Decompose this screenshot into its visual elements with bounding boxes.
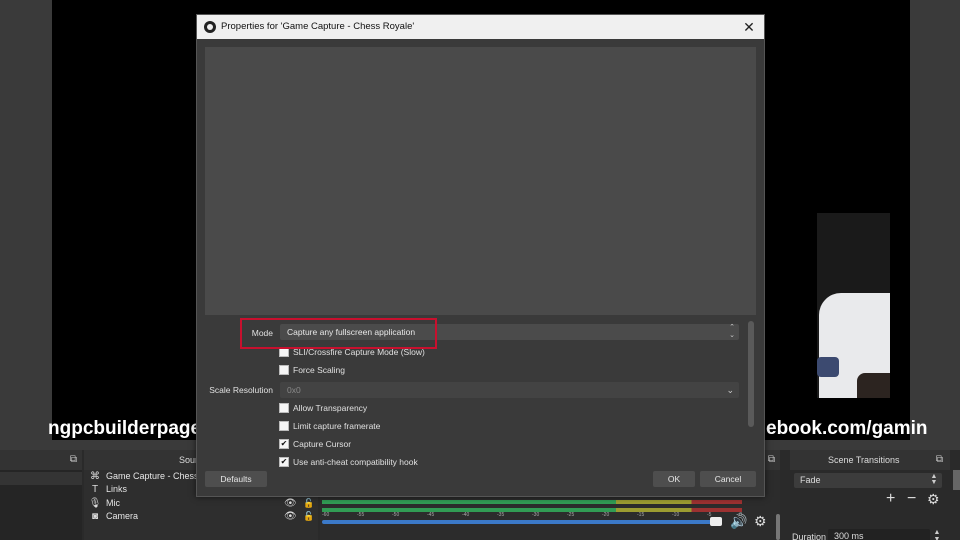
lock-icon[interactable]: 🔓: [303, 510, 314, 523]
force-scaling-label: Force Scaling: [293, 365, 345, 375]
allow-transparency-label: Allow Transparency: [293, 403, 368, 413]
close-button[interactable]: ✕: [740, 17, 758, 37]
anticheat-hook-label: Use anti-cheat compatibility hook: [293, 457, 418, 467]
spinner-arrows-icon: ▲ ▼: [930, 473, 938, 486]
camera-icon: ◙: [91, 511, 99, 522]
force-scaling-checkbox[interactable]: [279, 365, 289, 375]
scene-row[interactable]: [0, 472, 82, 485]
transitions-dock-title: Scene Transitions: [828, 455, 900, 465]
spinner-arrows-icon: ⌃ ⌄: [729, 324, 735, 339]
source-label: Links: [106, 484, 128, 494]
volume-slider-track[interactable]: [322, 520, 717, 524]
properties-scrollbar[interactable]: [748, 321, 754, 427]
microphone-icon: 🎙: [88, 498, 102, 509]
webcam-feed: [817, 213, 890, 398]
add-icon[interactable]: +: [886, 490, 895, 508]
defaults-button[interactable]: Defaults: [205, 471, 267, 487]
meter-tick-label: -35: [497, 512, 505, 518]
float-dock-icon[interactable]: ⧉: [934, 454, 945, 465]
meter-tick-label: -25: [567, 512, 575, 518]
meter-tick-label: -45: [427, 512, 435, 518]
limit-framerate-label: Limit capture framerate: [293, 421, 381, 431]
source-label: Camera: [106, 511, 139, 521]
float-dock-icon[interactable]: ⧉: [766, 454, 777, 465]
scale-resolution-select[interactable]: 0x0 ⌄: [280, 382, 739, 398]
duration-input[interactable]: 300 ms: [828, 529, 930, 540]
visibility-eye-icon[interactable]: 👁: [284, 510, 297, 523]
gear-icon[interactable]: ⚙: [754, 513, 767, 530]
limit-framerate-checkbox[interactable]: [279, 421, 289, 431]
banner-text-left: ngpcbuilderpage -: [48, 418, 213, 439]
mixer-scrollbar[interactable]: [776, 514, 780, 540]
transition-select[interactable]: Fade ▲ ▼: [794, 473, 942, 488]
meter-tick-label: -60: [322, 512, 330, 518]
banner-text-right: ebook.com/gamin: [766, 418, 928, 439]
visibility-eye-icon[interactable]: 👁: [284, 497, 297, 510]
duration-label: Duration: [792, 532, 827, 540]
source-preview: [205, 47, 756, 315]
transitions-dock-header: Scene Transitions ⧉: [790, 450, 950, 470]
source-label: Mic: [106, 498, 120, 508]
duration-spinner-icon[interactable]: ▲ ▼: [931, 529, 943, 540]
source-row-camera[interactable]: ◙ Camera 👁 🔓: [84, 510, 318, 523]
scale-resolution-label: Scale Resolution: [209, 385, 273, 395]
mode-highlight-box: [240, 318, 437, 349]
scenes-dock-header: ⧉: [0, 450, 82, 470]
lock-icon[interactable]: 🔓: [303, 497, 314, 510]
transition-value: Fade: [800, 475, 821, 485]
cancel-button[interactable]: Cancel: [700, 471, 756, 487]
obs-logo-icon: [204, 21, 216, 33]
chevron-down-icon: ⌄: [726, 385, 734, 395]
allow-transparency-checkbox[interactable]: [279, 403, 289, 413]
remove-icon[interactable]: −: [907, 490, 916, 508]
dialog-title: Properties for 'Game Capture - Chess Roy…: [221, 21, 415, 32]
obs-window: ngpcbuilderpage - ebook.com/gamin ⧉ Sour…: [0, 0, 960, 540]
anticheat-hook-checkbox[interactable]: ✔: [279, 457, 289, 467]
dialog-titlebar[interactable]: Properties for 'Game Capture - Chess Roy…: [197, 15, 764, 39]
ok-button[interactable]: OK: [653, 471, 695, 487]
properties-dialog: Properties for 'Game Capture - Chess Roy…: [196, 14, 765, 497]
scenes-list[interactable]: [0, 470, 82, 540]
meter-tick-label: -50: [392, 512, 400, 518]
meter-tick-label: -55: [357, 512, 365, 518]
meter-tick-label: -10: [672, 512, 680, 518]
capture-cursor-checkbox[interactable]: ✔: [279, 439, 289, 449]
text-icon: T: [91, 484, 99, 495]
audio-meter: [322, 500, 742, 504]
dock-scrollbar[interactable]: [953, 470, 960, 490]
source-label: Game Capture - Chess I: [106, 471, 204, 481]
capture-cursor-label: Capture Cursor: [293, 439, 352, 449]
gear-icon[interactable]: ⚙: [927, 491, 940, 508]
gamepad-icon: ⌘: [90, 471, 100, 482]
volume-slider-handle[interactable]: [710, 517, 722, 526]
scene-transitions-panel: Fade ▲ ▼ + − ⚙ Duration 300 ms ▲ ▼: [790, 470, 950, 540]
meter-tick-label: -15: [637, 512, 645, 518]
float-dock-icon[interactable]: ⧉: [68, 454, 79, 465]
meter-scale: -60 -55 -50 -45 -40 -35 -30 -25 -20 -15 -10 -5 0: [322, 512, 742, 518]
scale-resolution-value: 0x0: [287, 385, 301, 395]
meter-tick-label: -30: [532, 512, 540, 518]
source-row-mic[interactable]: 🎙 Mic 👁 🔓: [84, 497, 318, 510]
speaker-icon[interactable]: 🔊: [730, 513, 747, 530]
meter-tick-label: -40: [462, 512, 470, 518]
meter-tick-label: -20: [602, 512, 610, 518]
